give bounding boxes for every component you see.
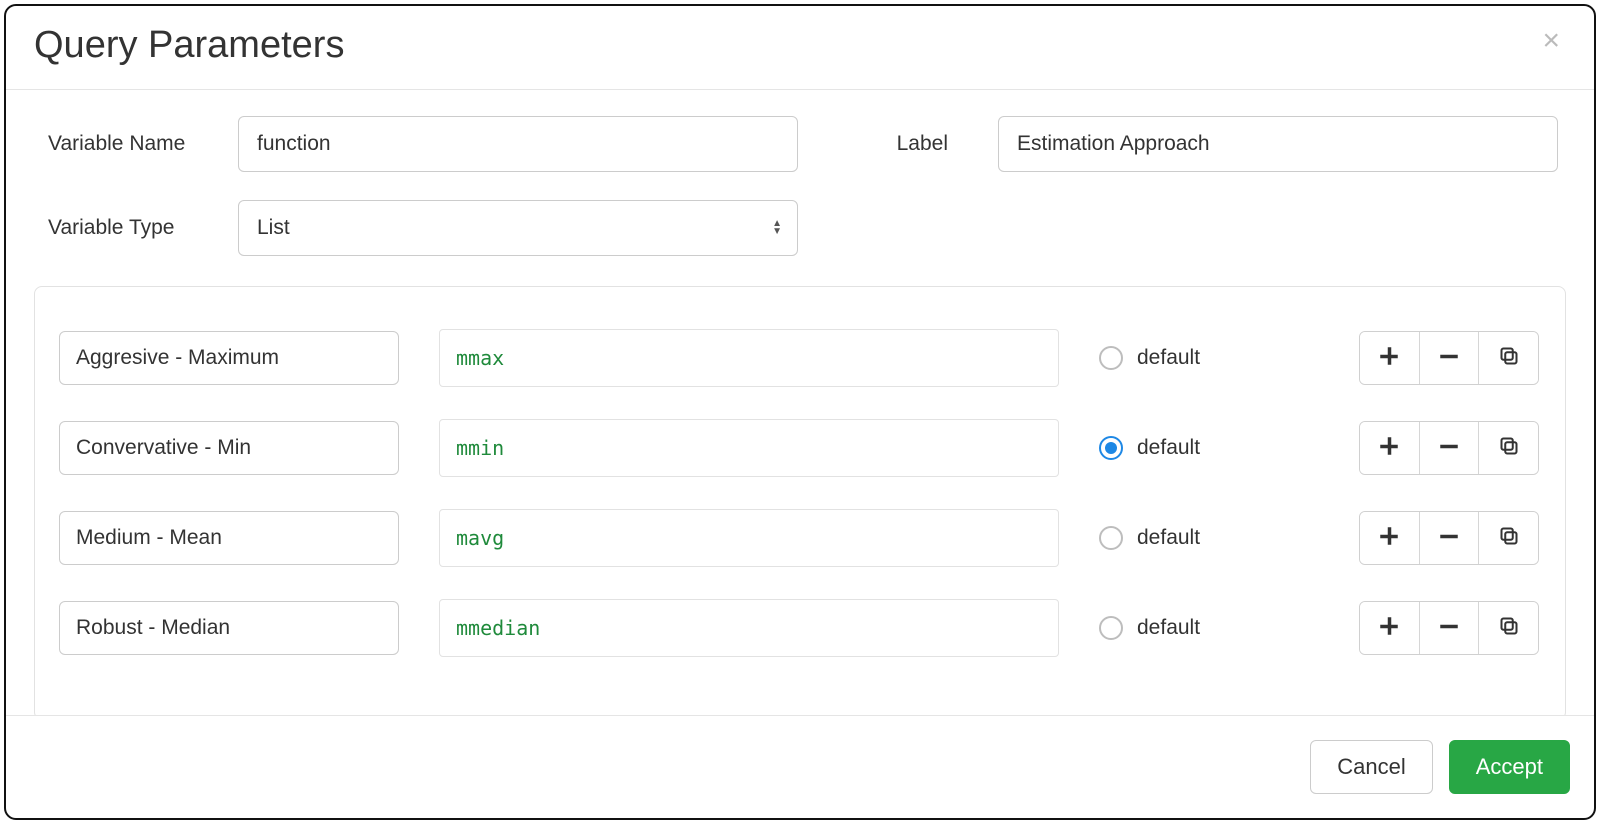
default-radio-label: default	[1137, 346, 1200, 370]
plus-icon	[1379, 436, 1399, 461]
duplicate-row-button[interactable]	[1478, 602, 1538, 654]
close-icon[interactable]: ×	[1536, 24, 1566, 58]
list-options-panel: default default default default	[34, 286, 1566, 715]
variable-name-input[interactable]	[238, 116, 798, 172]
cancel-button[interactable]: Cancel	[1310, 740, 1432, 794]
default-radio[interactable]	[1099, 526, 1123, 550]
row-action-group	[1359, 601, 1539, 655]
row-action-group	[1359, 331, 1539, 385]
modal-title: Query Parameters	[34, 24, 344, 67]
remove-row-button[interactable]	[1419, 512, 1479, 564]
option-display-input[interactable]	[59, 421, 399, 475]
modal-body: Variable Name Label Variable Type ▲▼ def…	[6, 90, 1594, 715]
minus-icon	[1439, 526, 1459, 551]
add-row-button[interactable]	[1360, 512, 1419, 564]
label-input[interactable]	[998, 116, 1558, 172]
duplicate-row-button[interactable]	[1478, 512, 1538, 564]
default-radio-label: default	[1137, 526, 1200, 550]
duplicate-row-button[interactable]	[1478, 422, 1538, 474]
plus-icon	[1379, 616, 1399, 641]
default-radio[interactable]	[1099, 346, 1123, 370]
default-radio-cell: default	[1099, 616, 1299, 640]
duplicate-row-button[interactable]	[1478, 332, 1538, 384]
variable-type-select[interactable]	[238, 200, 798, 256]
default-radio-cell: default	[1099, 526, 1299, 550]
remove-row-button[interactable]	[1419, 602, 1479, 654]
option-value-input[interactable]	[439, 329, 1059, 387]
default-radio-label: default	[1137, 616, 1200, 640]
label-label: Label	[798, 132, 998, 156]
query-parameters-modal: Query Parameters × Variable Name Label V…	[4, 4, 1596, 820]
modal-footer: Cancel Accept	[6, 715, 1594, 818]
list-row: default	[59, 493, 1541, 583]
default-radio-cell: default	[1099, 436, 1299, 460]
copy-icon	[1499, 346, 1519, 371]
add-row-button[interactable]	[1360, 602, 1419, 654]
add-row-button[interactable]	[1360, 332, 1419, 384]
default-radio[interactable]	[1099, 436, 1123, 460]
list-row: default	[59, 583, 1541, 673]
variable-name-label: Variable Name	[48, 132, 238, 156]
add-row-button[interactable]	[1360, 422, 1419, 474]
row-action-group	[1359, 421, 1539, 475]
default-radio[interactable]	[1099, 616, 1123, 640]
plus-icon	[1379, 526, 1399, 551]
modal-header: Query Parameters ×	[6, 6, 1594, 90]
remove-row-button[interactable]	[1419, 332, 1479, 384]
variable-type-label: Variable Type	[48, 216, 238, 240]
minus-icon	[1439, 616, 1459, 641]
minus-icon	[1439, 436, 1459, 461]
copy-icon	[1499, 616, 1519, 641]
option-display-input[interactable]	[59, 601, 399, 655]
default-radio-cell: default	[1099, 346, 1299, 370]
copy-icon	[1499, 436, 1519, 461]
option-display-input[interactable]	[59, 511, 399, 565]
accept-button[interactable]: Accept	[1449, 740, 1570, 794]
list-row: default	[59, 403, 1541, 493]
option-value-input[interactable]	[439, 419, 1059, 477]
copy-icon	[1499, 526, 1519, 551]
remove-row-button[interactable]	[1419, 422, 1479, 474]
option-display-input[interactable]	[59, 331, 399, 385]
option-value-input[interactable]	[439, 599, 1059, 657]
top-form: Variable Name Label Variable Type ▲▼	[34, 116, 1566, 256]
row-action-group	[1359, 511, 1539, 565]
plus-icon	[1379, 346, 1399, 371]
option-value-input[interactable]	[439, 509, 1059, 567]
default-radio-label: default	[1137, 436, 1200, 460]
minus-icon	[1439, 346, 1459, 371]
list-row: default	[59, 313, 1541, 403]
